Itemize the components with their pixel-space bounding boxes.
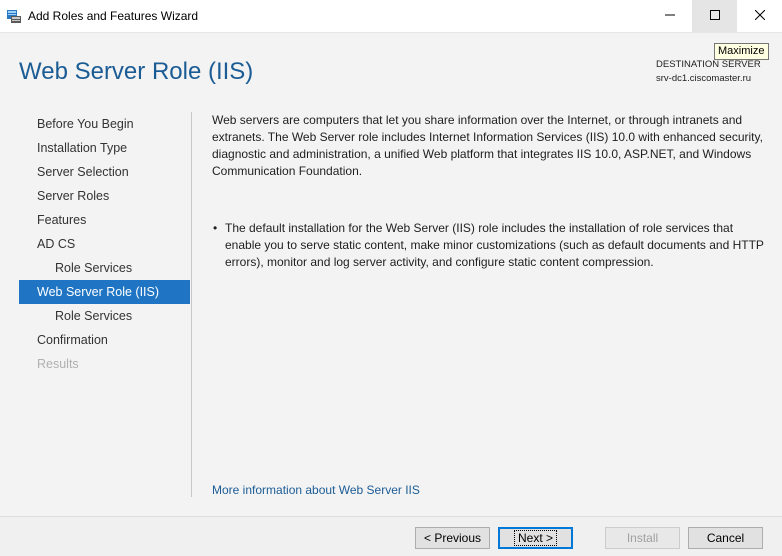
nav-item-features[interactable]: Features (19, 208, 190, 232)
install-button: Install (605, 527, 680, 549)
nav-item-server-roles[interactable]: Server Roles (19, 184, 190, 208)
next-button-label: Next > (513, 530, 558, 546)
page-title: Web Server Role (IIS) (19, 58, 254, 85)
destination-server: DESTINATION SERVER srv-dc1.ciscomaster.r… (656, 58, 761, 86)
nav-item-installation-type[interactable]: Installation Type (19, 136, 190, 160)
minimize-button[interactable] (647, 0, 692, 32)
wizard-navigation: Before You Begin Installation Type Serve… (19, 112, 190, 376)
cancel-button-label: Cancel (706, 531, 745, 545)
server-manager-icon (6, 8, 22, 24)
nav-item-iis-role-services[interactable]: Role Services (19, 304, 190, 328)
maximize-button[interactable] (692, 0, 737, 32)
nav-divider (191, 112, 192, 497)
bullet-icon: • (213, 221, 218, 235)
destination-label: DESTINATION SERVER (656, 59, 761, 70)
nav-item-server-selection[interactable]: Server Selection (19, 160, 190, 184)
nav-item-results: Results (37, 357, 79, 371)
close-icon (754, 7, 765, 25)
title-bar: Add Roles and Features Wizard (0, 0, 782, 33)
minimize-icon (664, 7, 675, 25)
maximize-icon (709, 7, 720, 25)
default-installation-note: • The default installation for the Web S… (212, 220, 765, 271)
nav-item-ad-cs-role-services[interactable]: Role Services (19, 256, 190, 280)
nav-item-before-you-begin[interactable]: Before You Begin (19, 112, 190, 136)
nav-item-ad-cs[interactable]: AD CS (19, 232, 190, 256)
bullet-text: The default installation for the Web Ser… (225, 221, 764, 269)
previous-button[interactable]: < Previous (415, 527, 490, 549)
destination-server-name: srv-dc1.ciscomaster.ru (656, 73, 752, 84)
maximize-tooltip: Maximize (714, 43, 769, 60)
content-pane: Web servers are computers that let you s… (212, 112, 764, 269)
close-button[interactable] (737, 0, 782, 32)
previous-button-label: < Previous (423, 531, 482, 545)
next-button[interactable]: Next > (498, 527, 573, 549)
window-title: Add Roles and Features Wizard (28, 9, 199, 23)
install-button-label: Install (626, 531, 659, 545)
nav-item-confirmation[interactable]: Confirmation (19, 328, 190, 352)
nav-item-web-server-role[interactable]: Web Server Role (IIS) (19, 280, 190, 304)
cancel-button[interactable]: Cancel (688, 527, 763, 549)
more-info-link[interactable]: More information about Web Server IIS (212, 483, 420, 497)
role-description: Web servers are computers that let you s… (212, 113, 763, 178)
